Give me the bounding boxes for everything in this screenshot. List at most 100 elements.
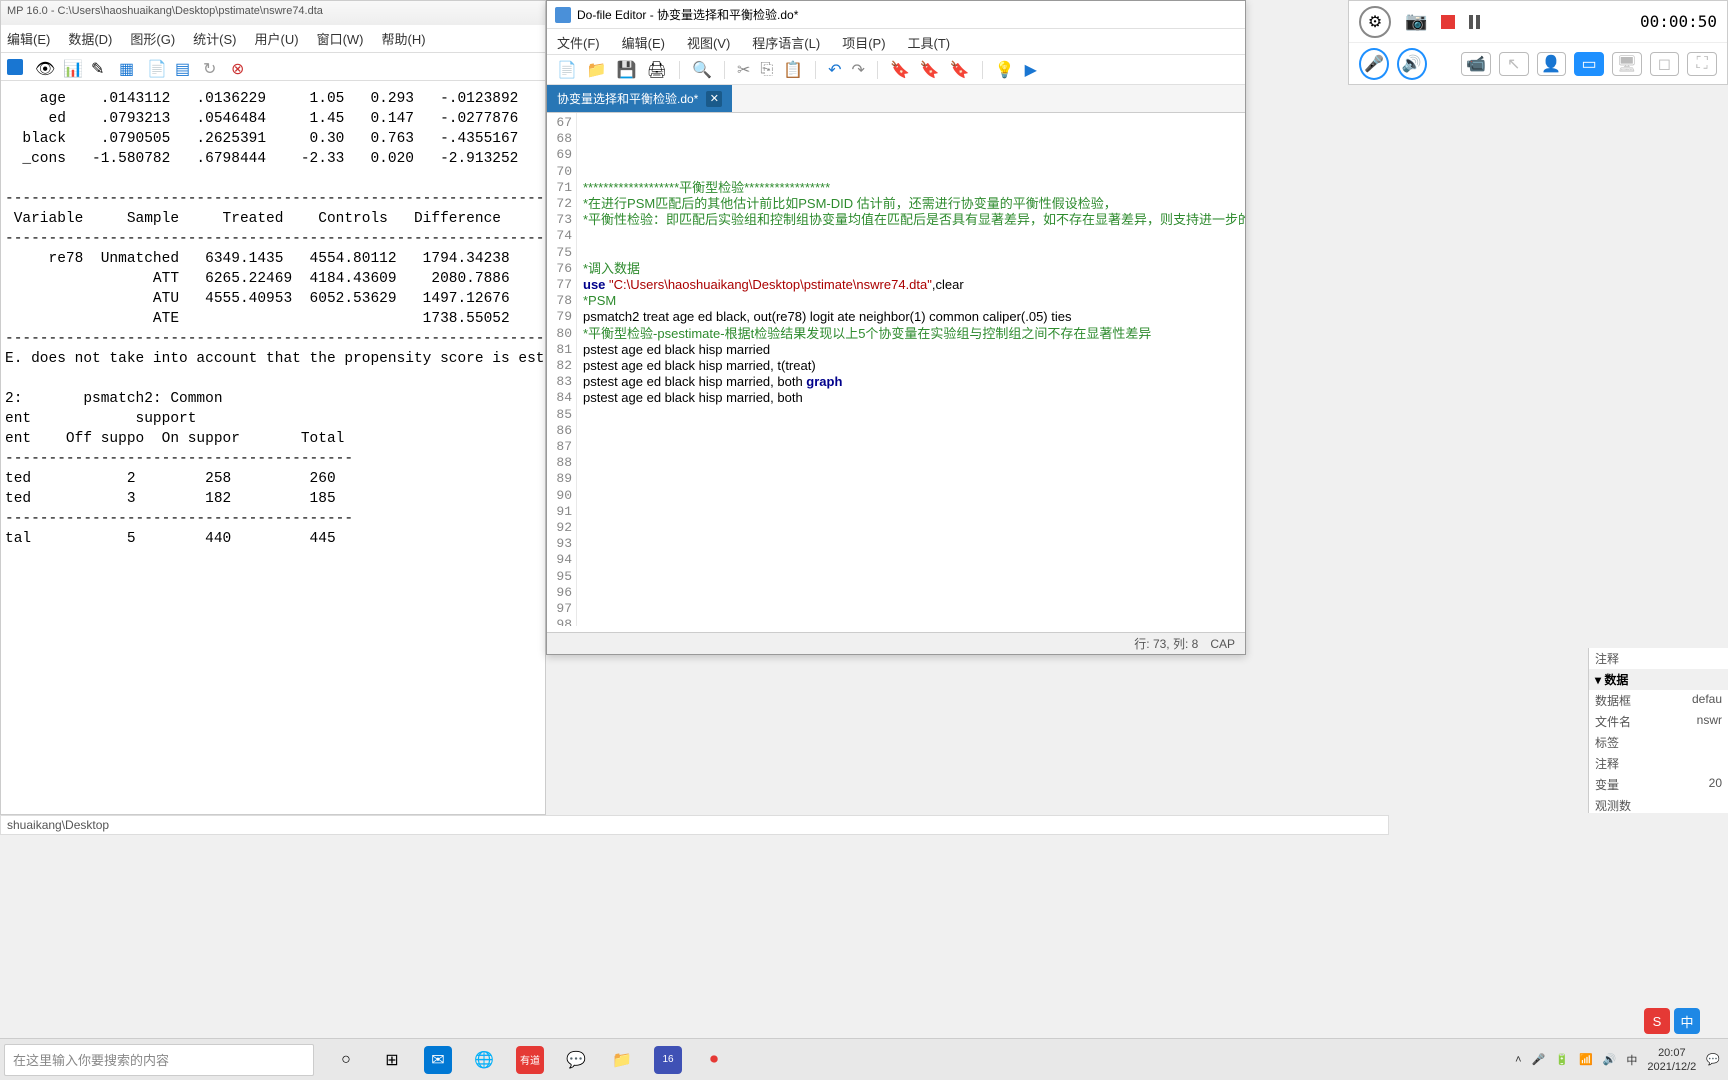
ime-badge[interactable]: S 中: [1644, 1008, 1700, 1034]
camera-icon[interactable]: 📷: [1405, 11, 1427, 32]
grid-icon[interactable]: ▤: [175, 59, 191, 75]
stata-menu-bar[interactable]: 编辑(E) 数据(D) 图形(G) 统计(S) 用户(U) 窗口(W) 帮助(H…: [1, 25, 545, 53]
open-icon[interactable]: 📁: [587, 60, 607, 80]
tray-wifi-icon[interactable]: 📶: [1579, 1053, 1593, 1066]
active-tab[interactable]: 协变量选择和平衡检验.do* ✕: [547, 85, 732, 112]
region-icon[interactable]: ▭: [1574, 52, 1604, 76]
mail-icon[interactable]: ✉: [424, 1046, 452, 1074]
person-icon[interactable]: 👤: [1537, 52, 1567, 76]
fullscreen-icon[interactable]: ⛶: [1687, 52, 1717, 76]
chrome-icon[interactable]: 🌐: [470, 1046, 498, 1074]
system-tray: ˄ 🎤 🔋 📶 🔊 中 20:07 2021/12/2 💬: [1515, 1046, 1728, 1074]
taskview-icon[interactable]: ⊞: [378, 1046, 406, 1074]
mic-icon[interactable]: 🎤: [1359, 48, 1389, 80]
ime-lang-icon[interactable]: 中: [1674, 1008, 1700, 1034]
tray-mic-icon[interactable]: 🎤: [1532, 1053, 1546, 1066]
copy-icon[interactable]: ⎘: [760, 61, 773, 79]
bookmark-prev-icon[interactable]: 🔖: [950, 60, 970, 80]
youdao-icon[interactable]: 有道: [516, 1046, 544, 1074]
save-icon[interactable]: 💾: [617, 60, 637, 80]
redo-icon[interactable]: ↷: [852, 60, 865, 80]
prop-row[interactable]: 数据框defau: [1589, 690, 1728, 711]
run-icon[interactable]: ▶: [1025, 60, 1037, 80]
tray-ime-icon[interactable]: 中: [1626, 1052, 1637, 1068]
prop-row[interactable]: 文件名nswr: [1589, 711, 1728, 732]
ime-sogou-icon[interactable]: S: [1644, 1008, 1670, 1034]
monitor-icon[interactable]: 🖥: [1612, 52, 1642, 76]
prop-row[interactable]: 观测数: [1589, 795, 1728, 816]
df-menu-file[interactable]: 文件(F): [557, 33, 600, 50]
results-pane: age .0143112 .0136229 1.05 0.293 -.01238…: [1, 81, 545, 557]
menu-window[interactable]: 窗口(W): [317, 29, 364, 48]
prop-row[interactable]: 标签: [1589, 732, 1728, 753]
menu-edit[interactable]: 编辑(E): [7, 29, 50, 48]
stata-toolbar: 👁 📊 ✎ ▦ 📄 ▤ ↻ ⊗: [1, 53, 545, 81]
cut-icon[interactable]: ✂: [737, 60, 750, 80]
properties-panel: 注释 ▾ 数据 数据框defau文件名nswr标签注释变量20观测数: [1588, 648, 1728, 813]
menu-user[interactable]: 用户(U): [255, 29, 299, 48]
new-icon[interactable]: 📄: [557, 60, 577, 80]
code-area[interactable]: *******************平衡型检验****************…: [577, 113, 1245, 626]
table-icon[interactable]: ▦: [119, 59, 135, 75]
toolbar-sep: [679, 61, 680, 79]
stata-task-icon[interactable]: 16: [654, 1046, 682, 1074]
line-gutter: 67 68 69 70 71 72 73 74 75 76 77 78 79 8…: [547, 113, 577, 626]
window-icon[interactable]: ◻: [1650, 52, 1680, 76]
speaker-icon[interactable]: 🔊: [1397, 48, 1427, 80]
dofile-icon: [555, 7, 571, 23]
tray-volume-icon[interactable]: 🔊: [1603, 1053, 1617, 1066]
cursor-icon[interactable]: ↖: [1499, 52, 1529, 76]
notification-icon[interactable]: 💬: [1706, 1053, 1720, 1066]
prop-data-header[interactable]: ▾ 数据: [1589, 669, 1728, 690]
df-menu-tools[interactable]: 工具(T): [908, 33, 951, 50]
editor-area[interactable]: 67 68 69 70 71 72 73 74 75 76 77 78 79 8…: [547, 113, 1245, 626]
cap-indicator: CAP: [1210, 637, 1235, 651]
working-dir-bar[interactable]: shuaikang\Desktop: [0, 815, 1389, 835]
menu-help[interactable]: 帮助(H): [382, 29, 426, 48]
bookmark-next-icon[interactable]: 🔖: [920, 60, 940, 80]
df-menu-edit[interactable]: 编辑(E): [622, 33, 665, 50]
stop-button[interactable]: [1441, 15, 1455, 29]
hint-icon[interactable]: 💡: [995, 60, 1015, 80]
df-menu-lang[interactable]: 程序语言(L): [752, 33, 820, 50]
df-menu-project[interactable]: 项目(P): [842, 33, 885, 50]
start-icon[interactable]: ○: [332, 1046, 360, 1074]
dofile-title-bar: Do-file Editor - 协变量选择和平衡检验.do*: [547, 1, 1245, 29]
bookmark-plus-icon[interactable]: 🔖: [890, 60, 910, 80]
df-menu-view[interactable]: 视图(V): [687, 33, 730, 50]
prop-comment: 注释: [1589, 648, 1728, 669]
stata-title-bar: MP 16.0 - C:\Users\haoshuaikang\Desktop\…: [1, 1, 545, 25]
tab-bar: 协变量选择和平衡检验.do* ✕: [547, 85, 1245, 113]
prop-row[interactable]: 注释: [1589, 753, 1728, 774]
webcam-icon[interactable]: 📹: [1461, 52, 1491, 76]
menu-graph[interactable]: 图形(G): [130, 29, 175, 48]
tab-close-icon[interactable]: ✕: [706, 91, 722, 107]
tray-chevron-icon[interactable]: ˄: [1515, 1054, 1521, 1066]
dofile-menu-bar[interactable]: 文件(F) 编辑(E) 视图(V) 程序语言(L) 项目(P) 工具(T): [547, 29, 1245, 55]
chart-icon[interactable]: 📊: [63, 59, 79, 75]
menu-stats[interactable]: 统计(S): [193, 29, 236, 48]
explorer-icon[interactable]: 📁: [608, 1046, 636, 1074]
tray-battery-icon[interactable]: 🔋: [1555, 1053, 1569, 1066]
eye-icon[interactable]: 👁: [35, 59, 51, 75]
menu-data[interactable]: 数据(D): [68, 29, 112, 48]
taskbar-clock[interactable]: 20:07 2021/12/2: [1647, 1046, 1696, 1074]
record-time: 00:00:50: [1640, 12, 1717, 31]
save-icon[interactable]: [7, 59, 23, 75]
recorder-task-icon[interactable]: ⏺: [700, 1046, 728, 1074]
undo-icon[interactable]: ↶: [828, 60, 841, 80]
stata-main-window: MP 16.0 - C:\Users\haoshuaikang\Desktop\…: [0, 0, 546, 815]
doc-icon[interactable]: 📄: [147, 59, 163, 75]
prop-row[interactable]: 变量20: [1589, 774, 1728, 795]
settings-icon[interactable]: ⚙: [1359, 6, 1391, 38]
wechat-icon[interactable]: 💬: [562, 1046, 590, 1074]
refresh-icon[interactable]: ↻: [203, 59, 219, 75]
search-icon[interactable]: 🔍: [692, 60, 712, 80]
cursor-position: 行: 73, 列: 8: [1134, 635, 1198, 652]
pause-button[interactable]: [1469, 15, 1480, 29]
edit-icon[interactable]: ✎: [91, 59, 107, 75]
print-icon[interactable]: 🖨: [647, 60, 667, 80]
paste-icon[interactable]: 📋: [783, 60, 803, 80]
close-icon[interactable]: ⊗: [231, 59, 247, 75]
taskbar-search[interactable]: 在这里输入你要搜索的内容: [4, 1044, 314, 1076]
